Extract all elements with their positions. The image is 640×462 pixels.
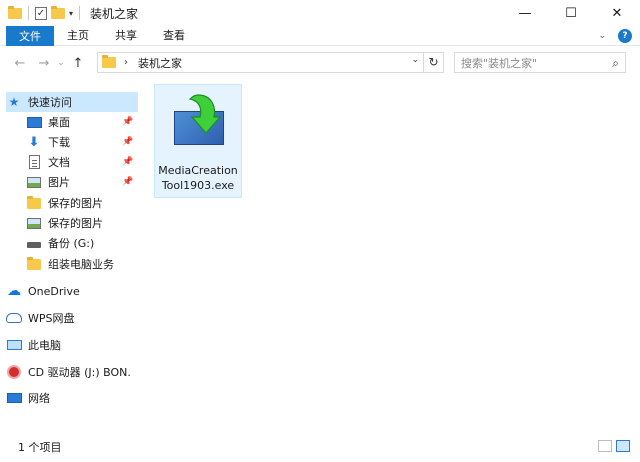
sidebar-item-pictures[interactable]: 图片 [26, 172, 70, 192]
window-controls: — ☐ ✕ [502, 0, 640, 26]
tab-home[interactable]: 主页 [54, 26, 102, 46]
folder-icon[interactable] [8, 5, 22, 19]
sidebar-item-label: 快速访问 [28, 96, 72, 109]
sidebar-item-onedrive[interactable]: ☁ OneDrive [6, 281, 80, 301]
view-toggle [598, 440, 630, 452]
back-icon[interactable]: ← [10, 56, 30, 71]
sidebar-item-label: 此电脑 [28, 339, 61, 352]
sidebar-item-label: 组装电脑业务 [48, 258, 114, 271]
new-folder-icon[interactable] [51, 5, 65, 19]
quick-access-toolbar: ✓ ▾ [0, 5, 82, 20]
document-icon [28, 155, 40, 169]
search-placeholder: 搜索"装机之家" [461, 56, 538, 70]
file-list: MediaCreation Tool1903.exe [140, 82, 640, 432]
sidebar-item-documents[interactable]: 文档 [26, 152, 70, 172]
pin-icon[interactable]: 📌 [122, 137, 133, 147]
minimize-button[interactable]: — [502, 0, 548, 26]
sidebar-item-label: 备份 (G:) [48, 237, 95, 250]
folder-icon [27, 256, 41, 270]
network-icon [6, 393, 22, 403]
file-name: MediaCreation Tool1903.exe [156, 163, 240, 193]
sidebar-item-label: 保存的图片 [48, 217, 103, 230]
customize-toolbar-icon[interactable]: ▾ [69, 9, 73, 18]
address-bar[interactable]: › 装机之家 ⌄ ↻ [97, 52, 444, 73]
sidebar-item-label: 桌面 [48, 116, 70, 129]
sidebar-item-quick-access[interactable]: ★ 快速访问 [6, 92, 138, 112]
download-icon: ⬇ [28, 134, 40, 150]
help-icon[interactable]: ? [618, 29, 632, 43]
sidebar-item-this-pc[interactable]: 此电脑 [6, 335, 61, 355]
file-name-line-2: Tool1903.exe [161, 179, 235, 192]
computer-icon [6, 340, 22, 350]
breadcrumb-separator-icon[interactable]: › [124, 57, 128, 68]
pin-icon[interactable]: 📌 [122, 117, 133, 127]
tab-share[interactable]: 共享 [102, 26, 150, 46]
search-input[interactable]: 搜索"装机之家" ⌕ [454, 52, 626, 73]
pictures-icon [27, 217, 41, 229]
sidebar-item-saved-pictures[interactable]: 保存的图片 [26, 213, 103, 233]
sidebar-item-desktop[interactable]: 桌面 [26, 112, 70, 132]
item-count: 1 个项目 [18, 441, 62, 454]
maximize-button[interactable]: ☐ [548, 0, 594, 26]
sidebar-item-label: 保存的图片 [48, 197, 103, 210]
refresh-icon[interactable]: ↻ [423, 53, 443, 72]
sidebar-item-label: CD 驱动器 (J:) BON. [28, 366, 131, 379]
sidebar-item-wps-drive[interactable]: WPS网盘 [6, 308, 75, 328]
cloud-icon: ☁ [7, 283, 21, 299]
navigation-row: ← → ⌄ ↑ › 装机之家 ⌄ ↻ 搜索"装机之家" ⌕ [0, 46, 640, 80]
pin-icon[interactable]: 📌 [122, 157, 133, 167]
desktop-icon [26, 116, 42, 128]
tab-file[interactable]: 文件 [6, 25, 54, 46]
close-button[interactable]: ✕ [594, 0, 640, 26]
expand-ribbon-icon[interactable]: ⌄ [598, 31, 606, 41]
forward-icon[interactable]: → [34, 56, 54, 71]
drive-icon [27, 242, 41, 248]
sidebar-item-label: 网络 [28, 392, 50, 405]
sidebar-item-label: OneDrive [28, 284, 80, 298]
toolbar-divider [28, 6, 29, 20]
sidebar-item-label: 文档 [48, 156, 70, 169]
file-item[interactable]: MediaCreation Tool1903.exe [154, 84, 242, 198]
sidebar-item-network[interactable]: 网络 [6, 388, 50, 408]
folder-icon [27, 195, 41, 209]
sidebar-item-saved-pictures-folder[interactable]: 保存的图片 [26, 193, 103, 213]
sidebar-item-label: 下载 [48, 136, 70, 149]
navigation-pane: ★ 快速访问 桌面 📌 ⬇ 下载 📌 文档 📌 图片 📌 保存的图片 保存的图片… [0, 82, 140, 432]
properties-icon[interactable]: ✓ [35, 6, 47, 20]
pin-icon[interactable]: 📌 [122, 177, 133, 187]
sidebar-item-backup-drive[interactable]: 备份 (G:) [26, 233, 94, 253]
large-icons-view-icon[interactable] [616, 440, 630, 452]
sidebar-item-downloads[interactable]: ⬇ 下载 [26, 132, 70, 152]
title-bar: ✓ ▾ 装机之家 — ☐ ✕ [0, 0, 640, 26]
up-icon[interactable]: ↑ [68, 56, 88, 71]
recent-locations-icon[interactable]: ⌄ [54, 58, 68, 68]
ribbon-tabs: 文件 主页 共享 查看 ⌄ ? [0, 25, 640, 46]
sidebar-item-label: 图片 [48, 176, 70, 189]
star-icon: ★ [8, 95, 20, 109]
sidebar-item-label: WPS网盘 [28, 312, 75, 325]
window-title: 装机之家 [90, 6, 139, 21]
address-history-icon[interactable]: ⌄ [411, 55, 419, 65]
breadcrumb-current[interactable]: 装机之家 [138, 55, 182, 71]
sidebar-item-cd-drive[interactable]: CD 驱动器 (J:) BON. [6, 362, 131, 382]
folder-icon [102, 55, 116, 68]
installer-icon [168, 91, 228, 151]
details-view-icon[interactable] [598, 440, 612, 452]
toolbar-divider [79, 6, 81, 20]
status-bar: 1 个项目 [0, 432, 640, 462]
search-icon[interactable]: ⌕ [612, 56, 619, 71]
wps-cloud-icon [6, 313, 22, 323]
ribbon-right-controls: ⌄ ? [598, 26, 632, 46]
sidebar-item-pc-assembly[interactable]: 组装电脑业务 [26, 254, 114, 274]
pictures-icon [27, 176, 41, 188]
tab-view[interactable]: 查看 [150, 26, 198, 46]
file-name-line-1: MediaCreation [158, 164, 238, 177]
cd-drive-icon [7, 365, 21, 379]
